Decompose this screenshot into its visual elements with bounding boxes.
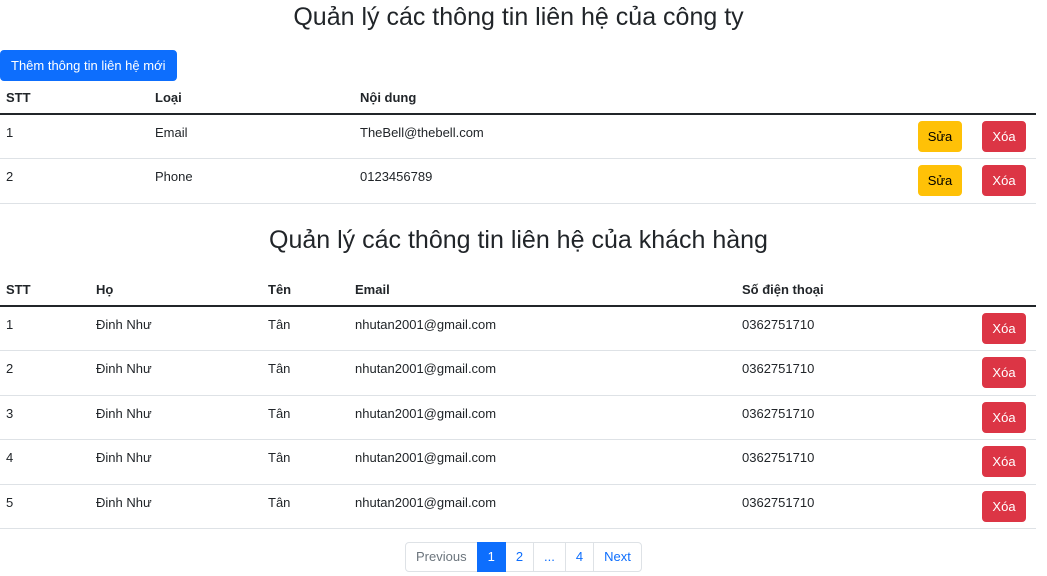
cell-email: nhutan2001@gmail.com xyxy=(349,395,736,440)
pagination-page-4[interactable]: 4 xyxy=(564,542,595,572)
table-header-row: STT Loại Nội dung xyxy=(0,82,1036,115)
column-header-content: Nội dung xyxy=(354,82,908,115)
column-header-delete xyxy=(972,82,1036,115)
cell-phone: 0362751710 xyxy=(736,395,972,440)
cell-email: nhutan2001@gmail.com xyxy=(349,484,736,529)
table-row: 1 Đinh Như Tân nhutan2001@gmail.com 0362… xyxy=(0,306,1036,351)
column-header-first-name: Tên xyxy=(262,274,349,307)
table-row: 3 Đinh Như Tân nhutan2001@gmail.com 0362… xyxy=(0,395,1036,440)
column-header-email: Email xyxy=(349,274,736,307)
company-contacts-title: Quản lý các thông tin liên hệ của công t… xyxy=(293,3,744,31)
edit-button[interactable]: Sửa xyxy=(917,121,963,152)
cell-email: nhutan2001@gmail.com xyxy=(349,439,736,485)
add-contact-button[interactable]: Thêm thông tin liên hệ mới xyxy=(0,50,177,81)
cell-email: nhutan2001@gmail.com xyxy=(349,306,736,351)
cell-phone: 0362751710 xyxy=(736,306,972,351)
cell-first-name: Tân xyxy=(262,439,349,485)
pagination-page-1[interactable]: 1 xyxy=(476,542,506,572)
cell-first-name: Tân xyxy=(262,395,349,440)
column-header-delete xyxy=(972,274,1036,307)
column-header-stt: STT xyxy=(0,274,90,307)
column-header-edit xyxy=(908,82,972,115)
table-row: 1 Email TheBell@thebell.com Sửa Xóa xyxy=(0,114,1036,159)
column-header-last-name: Họ xyxy=(90,274,262,307)
delete-button[interactable]: Xóa xyxy=(982,165,1026,197)
column-header-type: Loại xyxy=(149,82,354,115)
cell-phone: 0362751710 xyxy=(736,350,972,396)
delete-button[interactable]: Xóa xyxy=(982,313,1026,344)
cell-stt: 2 xyxy=(0,350,90,396)
cell-stt: 2 xyxy=(0,158,149,204)
column-header-phone: Số điện thoại xyxy=(736,274,972,307)
pagination-ellipsis[interactable]: ... xyxy=(533,542,566,572)
cell-first-name: Tân xyxy=(262,350,349,396)
cell-stt: 4 xyxy=(0,439,90,485)
pagination-previous[interactable]: Previous xyxy=(405,542,478,572)
cell-stt: 1 xyxy=(0,114,149,159)
cell-last-name: Đinh Như xyxy=(90,306,262,351)
customer-contacts-table: STT Họ Tên Email Số điện thoại 1 Đinh Nh… xyxy=(0,274,1036,529)
cell-first-name: Tân xyxy=(262,484,349,529)
delete-button[interactable]: Xóa xyxy=(982,490,1026,522)
cell-stt: 3 xyxy=(0,395,90,440)
table-row: 4 Đinh Như Tân nhutan2001@gmail.com 0362… xyxy=(0,439,1036,485)
cell-last-name: Đinh Như xyxy=(90,439,262,485)
cell-stt: 5 xyxy=(0,484,90,529)
table-row: 2 Phone 0123456789 Sửa Xóa xyxy=(0,158,1036,204)
edit-button[interactable]: Sửa xyxy=(917,165,963,197)
cell-last-name: Đinh Như xyxy=(90,484,262,529)
cell-stt: 1 xyxy=(0,306,90,351)
table-row: 5 Đinh Như Tân nhutan2001@gmail.com 0362… xyxy=(0,484,1036,529)
cell-content: 0123456789 xyxy=(354,158,908,204)
pagination: Previous 1 2 ... 4 Next xyxy=(405,542,642,572)
company-contacts-table: STT Loại Nội dung 1 Email TheBell@thebel… xyxy=(0,82,1036,204)
column-header-stt: STT xyxy=(0,82,149,115)
pagination-page-2[interactable]: 2 xyxy=(504,542,535,572)
cell-content: TheBell@thebell.com xyxy=(354,114,908,159)
pagination-next[interactable]: Next xyxy=(593,542,642,572)
delete-button[interactable]: Xóa xyxy=(982,121,1026,152)
cell-last-name: Đinh Như xyxy=(90,350,262,396)
customer-contacts-title: Quản lý các thông tin liên hệ của khách … xyxy=(269,226,768,254)
cell-email: nhutan2001@gmail.com xyxy=(349,350,736,396)
table-header-row: STT Họ Tên Email Số điện thoại xyxy=(0,274,1036,307)
cell-type: Phone xyxy=(149,158,354,204)
cell-first-name: Tân xyxy=(262,306,349,351)
cell-type: Email xyxy=(149,114,354,159)
cell-last-name: Đinh Như xyxy=(90,395,262,440)
delete-button[interactable]: Xóa xyxy=(982,401,1026,433)
delete-button[interactable]: Xóa xyxy=(982,446,1026,478)
cell-phone: 0362751710 xyxy=(736,439,972,485)
table-row: 2 Đinh Như Tân nhutan2001@gmail.com 0362… xyxy=(0,350,1036,396)
delete-button[interactable]: Xóa xyxy=(982,357,1026,389)
cell-phone: 0362751710 xyxy=(736,484,972,529)
